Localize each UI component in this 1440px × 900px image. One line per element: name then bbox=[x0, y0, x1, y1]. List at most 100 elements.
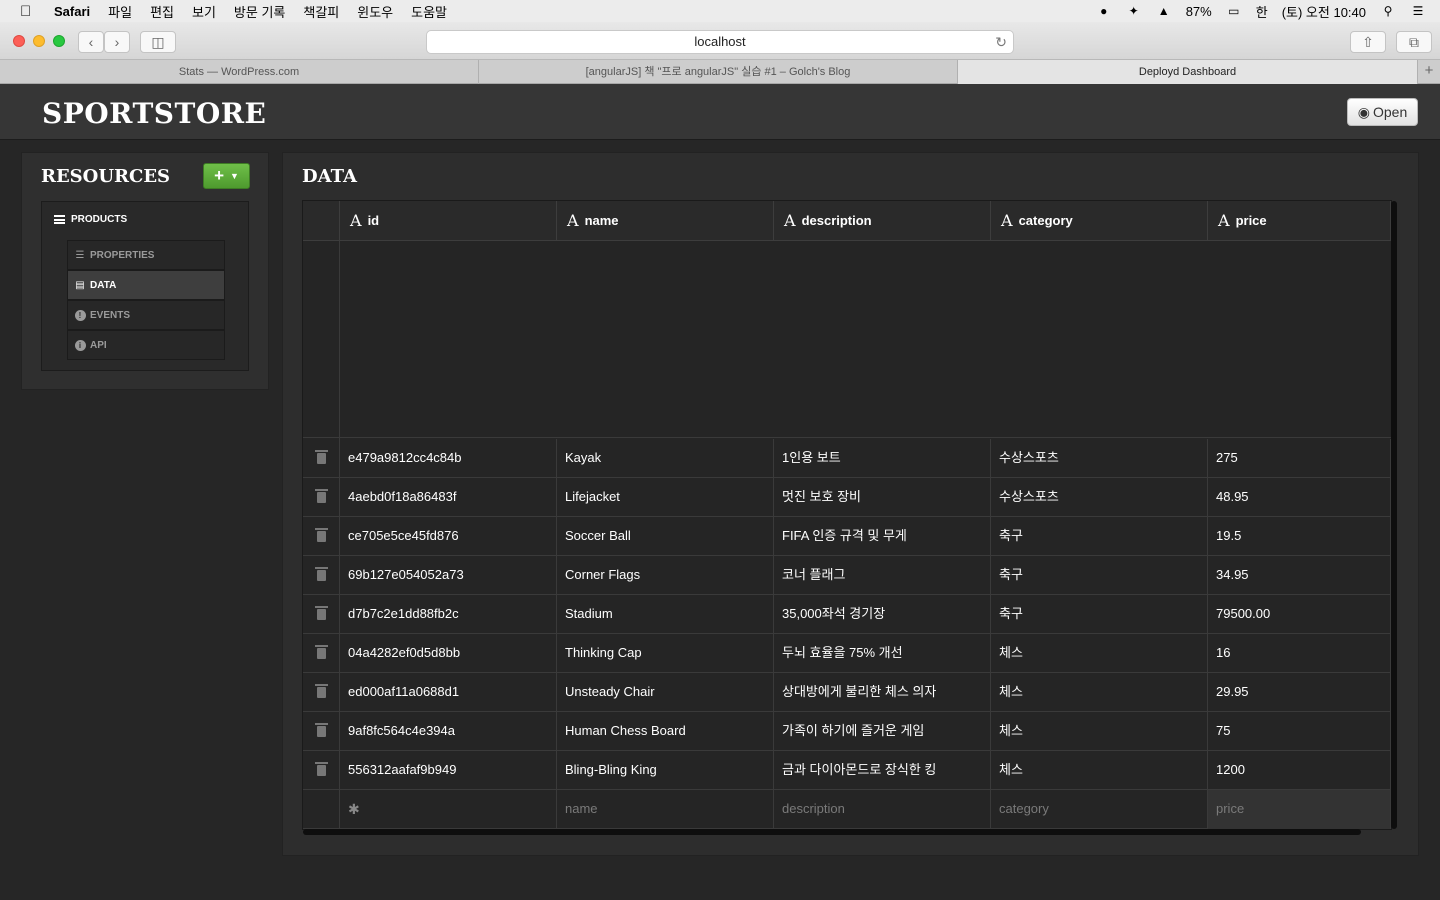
evernote-icon[interactable]: ● bbox=[1096, 4, 1112, 18]
cell-name[interactable]: Soccer Ball bbox=[557, 517, 774, 556]
table-row[interactable]: 04a4282ef0d5d8bb Thinking Cap 두뇌 효율을 75% 개… bbox=[303, 634, 1391, 673]
cell-price[interactable]: 19.5 bbox=[1208, 517, 1391, 556]
delete-row-button[interactable] bbox=[303, 556, 340, 595]
table-row[interactable]: ed000af11a0688d1 Unsteady Chair 상대방에게 불리한 … bbox=[303, 673, 1391, 712]
cell-price[interactable]: 29.95 bbox=[1208, 673, 1391, 712]
horizontal-scrollbar[interactable] bbox=[303, 829, 1361, 835]
menu-app-name[interactable]: Safari bbox=[54, 4, 90, 19]
tab-golch-blog[interactable]: [angularJS] 책 "프로 angularJS" 실습 #1 – Gol… bbox=[479, 60, 958, 84]
subitem-events[interactable]: ! EVENTS bbox=[67, 300, 225, 330]
delete-row-button[interactable] bbox=[303, 712, 340, 751]
cell-price[interactable]: 79500.00 bbox=[1208, 595, 1391, 634]
cell-name[interactable]: Bling-Bling King bbox=[557, 751, 774, 790]
delete-row-button[interactable] bbox=[303, 673, 340, 712]
header-id[interactable]: A id bbox=[340, 201, 557, 241]
table-row[interactable]: d7b7c2e1dd88fb2c Stadium 35,000좌석 경기장 축구 795… bbox=[303, 595, 1391, 634]
cell-description[interactable]: 코너 플래그 bbox=[774, 556, 991, 595]
cell-name[interactable]: Human Chess Board bbox=[557, 712, 774, 751]
cell-price[interactable]: 1200 bbox=[1208, 751, 1391, 790]
dropbox-icon[interactable]: ✦ bbox=[1126, 4, 1142, 18]
cell-price[interactable]: 75 bbox=[1208, 712, 1391, 751]
tab-deployd-dashboard[interactable]: Deployd Dashboard bbox=[958, 60, 1418, 84]
battery-percent[interactable]: 87% bbox=[1186, 4, 1212, 19]
spotlight-search-icon[interactable]: ⚲ bbox=[1380, 4, 1396, 18]
tab-wordpress-stats[interactable]: Stats — WordPress.com bbox=[0, 60, 479, 84]
window-minimize-button[interactable] bbox=[33, 35, 45, 47]
menu-bookmarks[interactable]: 책갈피 bbox=[303, 2, 339, 21]
cell-category[interactable]: 수상스포츠 bbox=[991, 439, 1208, 478]
cell-description[interactable]: 금과 다이아몬드로 장식한 킹 bbox=[774, 751, 991, 790]
new-category-input[interactable]: category bbox=[991, 790, 1208, 829]
subitem-properties[interactable]: ☰ PROPERTIES bbox=[67, 240, 225, 270]
menu-help[interactable]: 도움말 bbox=[411, 2, 447, 21]
menu-view[interactable]: 보기 bbox=[192, 2, 216, 21]
cell-name[interactable]: Lifejacket bbox=[557, 478, 774, 517]
window-zoom-button[interactable] bbox=[53, 35, 65, 47]
forward-button[interactable]: › bbox=[104, 31, 130, 53]
cell-category[interactable]: 체스 bbox=[991, 634, 1208, 673]
cell-id[interactable]: 556312aafaf9b949 bbox=[340, 751, 557, 790]
cell-price[interactable]: 34.95 bbox=[1208, 556, 1391, 595]
delete-row-button[interactable] bbox=[303, 478, 340, 517]
add-resource-button[interactable]: + ▼ bbox=[203, 163, 250, 189]
header-description[interactable]: A description bbox=[774, 201, 991, 241]
delete-row-button[interactable] bbox=[303, 634, 340, 673]
delete-row-button[interactable] bbox=[303, 751, 340, 790]
table-row[interactable]: ce705e5ce45fd876 Soccer Ball FIFA 인증 규격 및 … bbox=[303, 517, 1391, 556]
notification-center-icon[interactable]: ☰ bbox=[1410, 4, 1426, 18]
reload-icon[interactable]: ↻ bbox=[995, 31, 1007, 53]
new-description-input[interactable]: description bbox=[774, 790, 991, 829]
table-row[interactable]: e479a9812cc4c84b Kayak 1인용 보트 수상스포츠 275 bbox=[303, 439, 1391, 478]
cell-name[interactable]: Stadium bbox=[557, 595, 774, 634]
cell-category[interactable]: 축구 bbox=[991, 517, 1208, 556]
cell-description[interactable]: FIFA 인증 규격 및 무게 bbox=[774, 517, 991, 556]
window-close-button[interactable] bbox=[13, 35, 25, 47]
cell-name[interactable]: Kayak bbox=[557, 439, 774, 478]
cell-description[interactable]: 1인용 보트 bbox=[774, 439, 991, 478]
back-button[interactable]: ‹ bbox=[78, 31, 104, 53]
subitem-api[interactable]: i API bbox=[67, 330, 225, 360]
cell-category[interactable]: 축구 bbox=[991, 595, 1208, 634]
table-row[interactable]: 556312aafaf9b949 Bling-Bling King 금과 다이아몬드… bbox=[303, 751, 1391, 790]
cell-category[interactable]: 체스 bbox=[991, 673, 1208, 712]
cell-id[interactable]: 69b127e054052a73 bbox=[340, 556, 557, 595]
menu-edit[interactable]: 편집 bbox=[150, 2, 174, 21]
cell-id[interactable]: 9af8fc564c4e394a bbox=[340, 712, 557, 751]
input-method[interactable]: 한 bbox=[1256, 2, 1268, 21]
cell-description[interactable]: 상대방에게 불리한 체스 의자 bbox=[774, 673, 991, 712]
cell-id[interactable]: ce705e5ce45fd876 bbox=[340, 517, 557, 556]
apple-icon[interactable]:  bbox=[20, 3, 38, 20]
cell-id[interactable]: ed000af11a0688d1 bbox=[340, 673, 557, 712]
cell-description[interactable]: 가족이 하기에 즐거운 게임 bbox=[774, 712, 991, 751]
table-row[interactable]: 69b127e054052a73 Corner Flags 코너 플래그 축구 34.9… bbox=[303, 556, 1391, 595]
cell-price[interactable]: 16 bbox=[1208, 634, 1391, 673]
resource-products-link[interactable]: PRODUCTS bbox=[54, 214, 127, 225]
delete-row-button[interactable] bbox=[303, 517, 340, 556]
tab-overview-button[interactable]: ⧉ bbox=[1396, 31, 1432, 53]
wifi-icon[interactable]: ▲ bbox=[1156, 4, 1172, 18]
header-name[interactable]: A name bbox=[557, 201, 774, 241]
cell-category[interactable]: 체스 bbox=[991, 712, 1208, 751]
address-bar[interactable]: localhost ↻ bbox=[426, 30, 1014, 54]
open-button[interactable]: ◉ Open bbox=[1347, 98, 1418, 126]
menu-history[interactable]: 방문 기록 bbox=[234, 2, 285, 21]
share-button[interactable]: ⇧ bbox=[1350, 31, 1386, 53]
sidebar-toggle-button[interactable]: ◫ bbox=[140, 31, 176, 53]
menu-window[interactable]: 윈도우 bbox=[357, 2, 393, 21]
battery-icon[interactable]: ▭ bbox=[1226, 4, 1242, 18]
new-price-input[interactable]: price bbox=[1208, 790, 1391, 829]
cell-name[interactable]: Unsteady Chair bbox=[557, 673, 774, 712]
cell-category[interactable]: 수상스포츠 bbox=[991, 478, 1208, 517]
cell-price[interactable]: 48.95 bbox=[1208, 478, 1391, 517]
cell-price[interactable]: 275 bbox=[1208, 439, 1391, 478]
cell-id[interactable]: 04a4282ef0d5d8bb bbox=[340, 634, 557, 673]
menubar-clock[interactable]: (토) 오전 10:40 bbox=[1282, 2, 1366, 21]
cell-description[interactable]: 두뇌 효율을 75% 개선 bbox=[774, 634, 991, 673]
cell-id[interactable]: 4aebd0f18a86483f bbox=[340, 478, 557, 517]
cell-description[interactable]: 멋진 보호 장비 bbox=[774, 478, 991, 517]
header-price[interactable]: A price bbox=[1208, 201, 1391, 241]
table-row[interactable]: 4aebd0f18a86483f Lifejacket 멋진 보호 장비 수상스포츠 4… bbox=[303, 478, 1391, 517]
cell-id[interactable]: e479a9812cc4c84b bbox=[340, 439, 557, 478]
subitem-data[interactable]: ▤ DATA bbox=[67, 270, 225, 300]
new-tab-button[interactable]: + bbox=[1418, 60, 1440, 83]
